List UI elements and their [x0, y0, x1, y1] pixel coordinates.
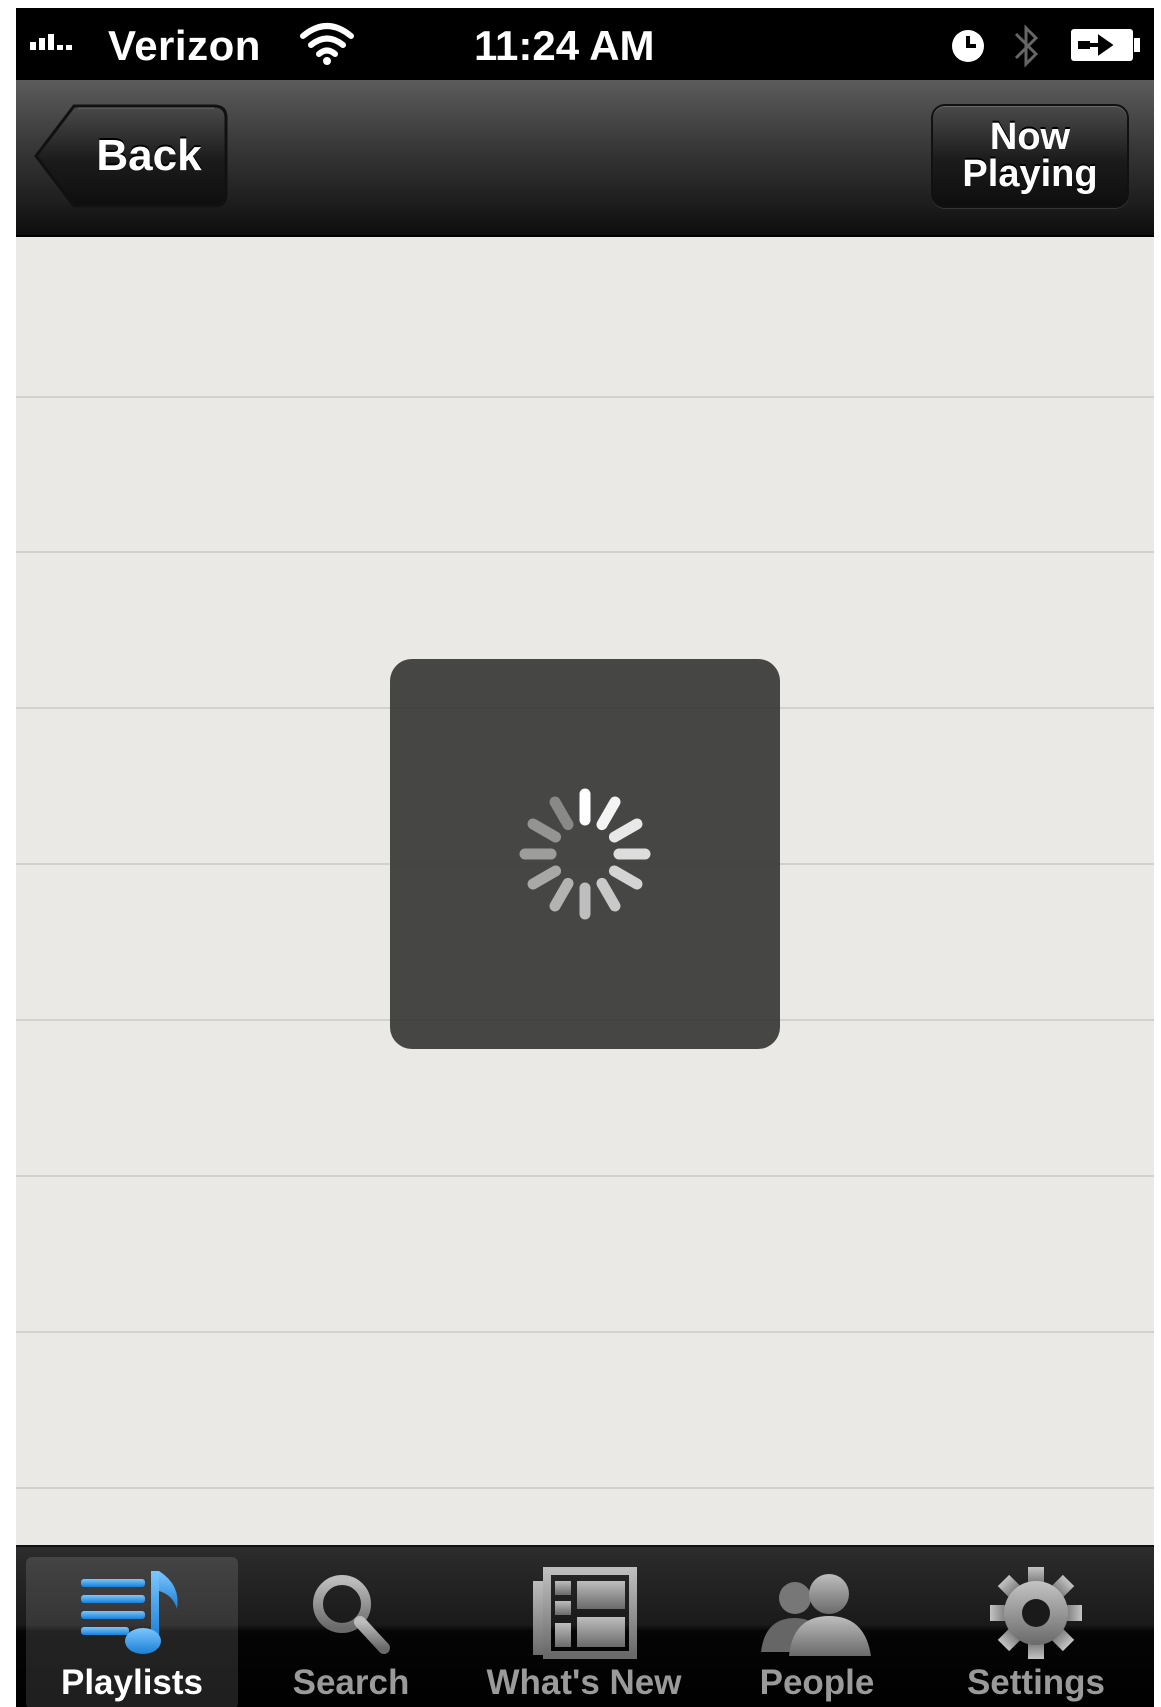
search-icon: [306, 1563, 396, 1663]
tab-label: What's New: [486, 1663, 682, 1702]
app-screen: Verizon 11:24 AM Back Now Playing Playli…: [16, 8, 1154, 1707]
whats-new-icon: [529, 1563, 639, 1663]
list-row-divider: [16, 1487, 1154, 1489]
carrier-name: Verizon: [108, 22, 261, 69]
playlists-icon: [77, 1563, 187, 1663]
loading-overlay: [390, 659, 780, 1049]
list-row-divider: [16, 1175, 1154, 1177]
status-time: 11:24 AM: [474, 22, 655, 69]
bluetooth-icon: [1012, 20, 1042, 77]
battery-icon: [1070, 28, 1142, 67]
alarm-icon: [950, 28, 986, 69]
navigation-bar: Back Now Playing: [16, 80, 1154, 237]
tab-bar: Playlists Search What's New People Setti…: [16, 1545, 1154, 1707]
now-playing-label-line1: Now: [989, 116, 1071, 158]
signal-icon: [30, 34, 72, 50]
settings-icon: [988, 1563, 1084, 1663]
back-button-label: Back: [96, 131, 202, 180]
tab-label: Settings: [966, 1663, 1106, 1702]
status-bar: Verizon 11:24 AM: [16, 8, 1154, 80]
tab-label: People: [759, 1663, 875, 1702]
tab-label: Playlists: [60, 1663, 204, 1702]
tab-settings[interactable]: Settings: [936, 1557, 1136, 1707]
now-playing-label-line2: Playing: [962, 153, 1098, 195]
list-row-divider: [16, 396, 1154, 398]
list-row-divider: [16, 1331, 1154, 1333]
tab-search[interactable]: Search: [256, 1557, 446, 1707]
people-icon: [757, 1563, 877, 1663]
tab-people[interactable]: People: [722, 1557, 912, 1707]
back-button[interactable]: Back: [34, 104, 228, 208]
tab-label: Search: [292, 1663, 410, 1702]
list-row-divider: [16, 551, 1154, 553]
now-playing-button[interactable]: Now Playing: [931, 104, 1129, 208]
wifi-icon: [299, 22, 355, 71]
tab-playlists[interactable]: Playlists: [26, 1557, 238, 1707]
tab-whats-new[interactable]: What's New: [466, 1557, 702, 1707]
spinner-icon: [515, 784, 655, 929]
